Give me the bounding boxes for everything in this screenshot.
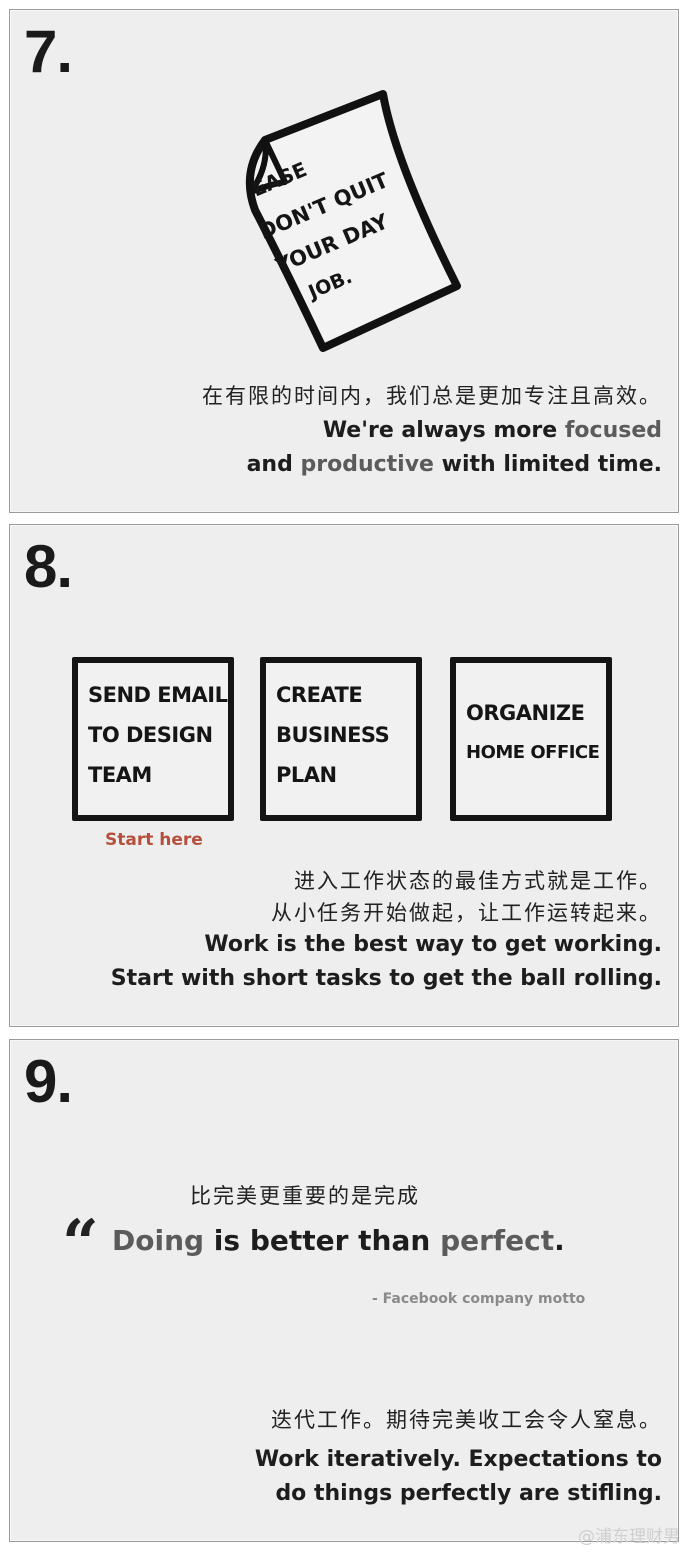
task-line: Organize xyxy=(466,701,585,725)
chinese-caption: 迭代工作。期待完美收工会令人窒息。 xyxy=(271,1408,662,1432)
english-caption-line-2: and productive with limited time. xyxy=(247,448,662,482)
slide-number: 8. xyxy=(24,533,73,600)
english-caption-line-1: We're always more focused xyxy=(323,414,662,448)
slide-number: 7. xyxy=(24,18,73,85)
caption-text: with limited time. xyxy=(433,452,662,477)
task-line: plan xyxy=(276,763,337,787)
weibo-watermark: @浦东理财男 xyxy=(578,1527,680,1547)
task-card-organize-office: Organize home office xyxy=(450,657,612,821)
resignation-note-illustration: EASE DON'T QUIT YOUR DAY JOB. xyxy=(245,90,461,352)
quote-middle: is better than xyxy=(204,1224,441,1257)
highlight-word-focused: focused xyxy=(564,418,662,443)
english-caption-line-1: Work is the best way to get working. xyxy=(204,932,662,957)
task-line: business xyxy=(276,723,390,747)
highlight-word-productive: productive xyxy=(300,452,434,477)
chinese-caption-line-1: 进入工作状态的最佳方式就是工作。 xyxy=(294,869,662,893)
english-caption-line-2: Start with short tasks to get the ball r… xyxy=(110,966,662,991)
slide-9-card: 9. 比完美更重要的是完成 “ Doing is better than per… xyxy=(9,1039,679,1542)
task-line: Send email xyxy=(88,683,228,707)
caption-text: and xyxy=(246,452,301,477)
task-line: Create xyxy=(276,683,363,707)
chinese-caption-line-2: 从小任务开始做起，让工作运转起来。 xyxy=(271,901,662,925)
quote-text: Doing is better than perfect. xyxy=(112,1224,565,1257)
quote-mark-icon: “ xyxy=(62,1206,99,1281)
task-line: to design xyxy=(88,723,213,747)
chinese-caption: 在有限的时间内，我们总是更加专注且高效。 xyxy=(202,384,662,408)
english-caption-line-2: do things perfectly are stifling. xyxy=(275,1481,662,1506)
english-caption-line-1: Work iteratively. Expectations to xyxy=(254,1447,662,1472)
caption-text: We're always more xyxy=(322,418,565,443)
slide-7-card: 7. EASE DON'T QUIT YOUR DAY JOB. 在有限的时间内… xyxy=(9,9,679,513)
task-line: team xyxy=(88,763,152,787)
task-line: home office xyxy=(466,742,600,763)
slide-number: 9. xyxy=(24,1048,73,1115)
slide-8-card: 8. Send email to design team Create busi… xyxy=(9,524,679,1027)
highlight-word-perfect: perfect xyxy=(440,1224,555,1257)
highlight-word-doing: Doing xyxy=(112,1224,205,1257)
quote-attribution: - Facebook company motto xyxy=(372,1291,586,1307)
start-here-label: Start here xyxy=(105,830,203,850)
task-card-send-email: Send email to design team xyxy=(72,657,234,821)
quote-period: . xyxy=(554,1224,565,1257)
task-card-create-plan: Create business plan xyxy=(260,657,422,821)
chinese-heading: 比完美更重要的是完成 xyxy=(190,1184,420,1208)
